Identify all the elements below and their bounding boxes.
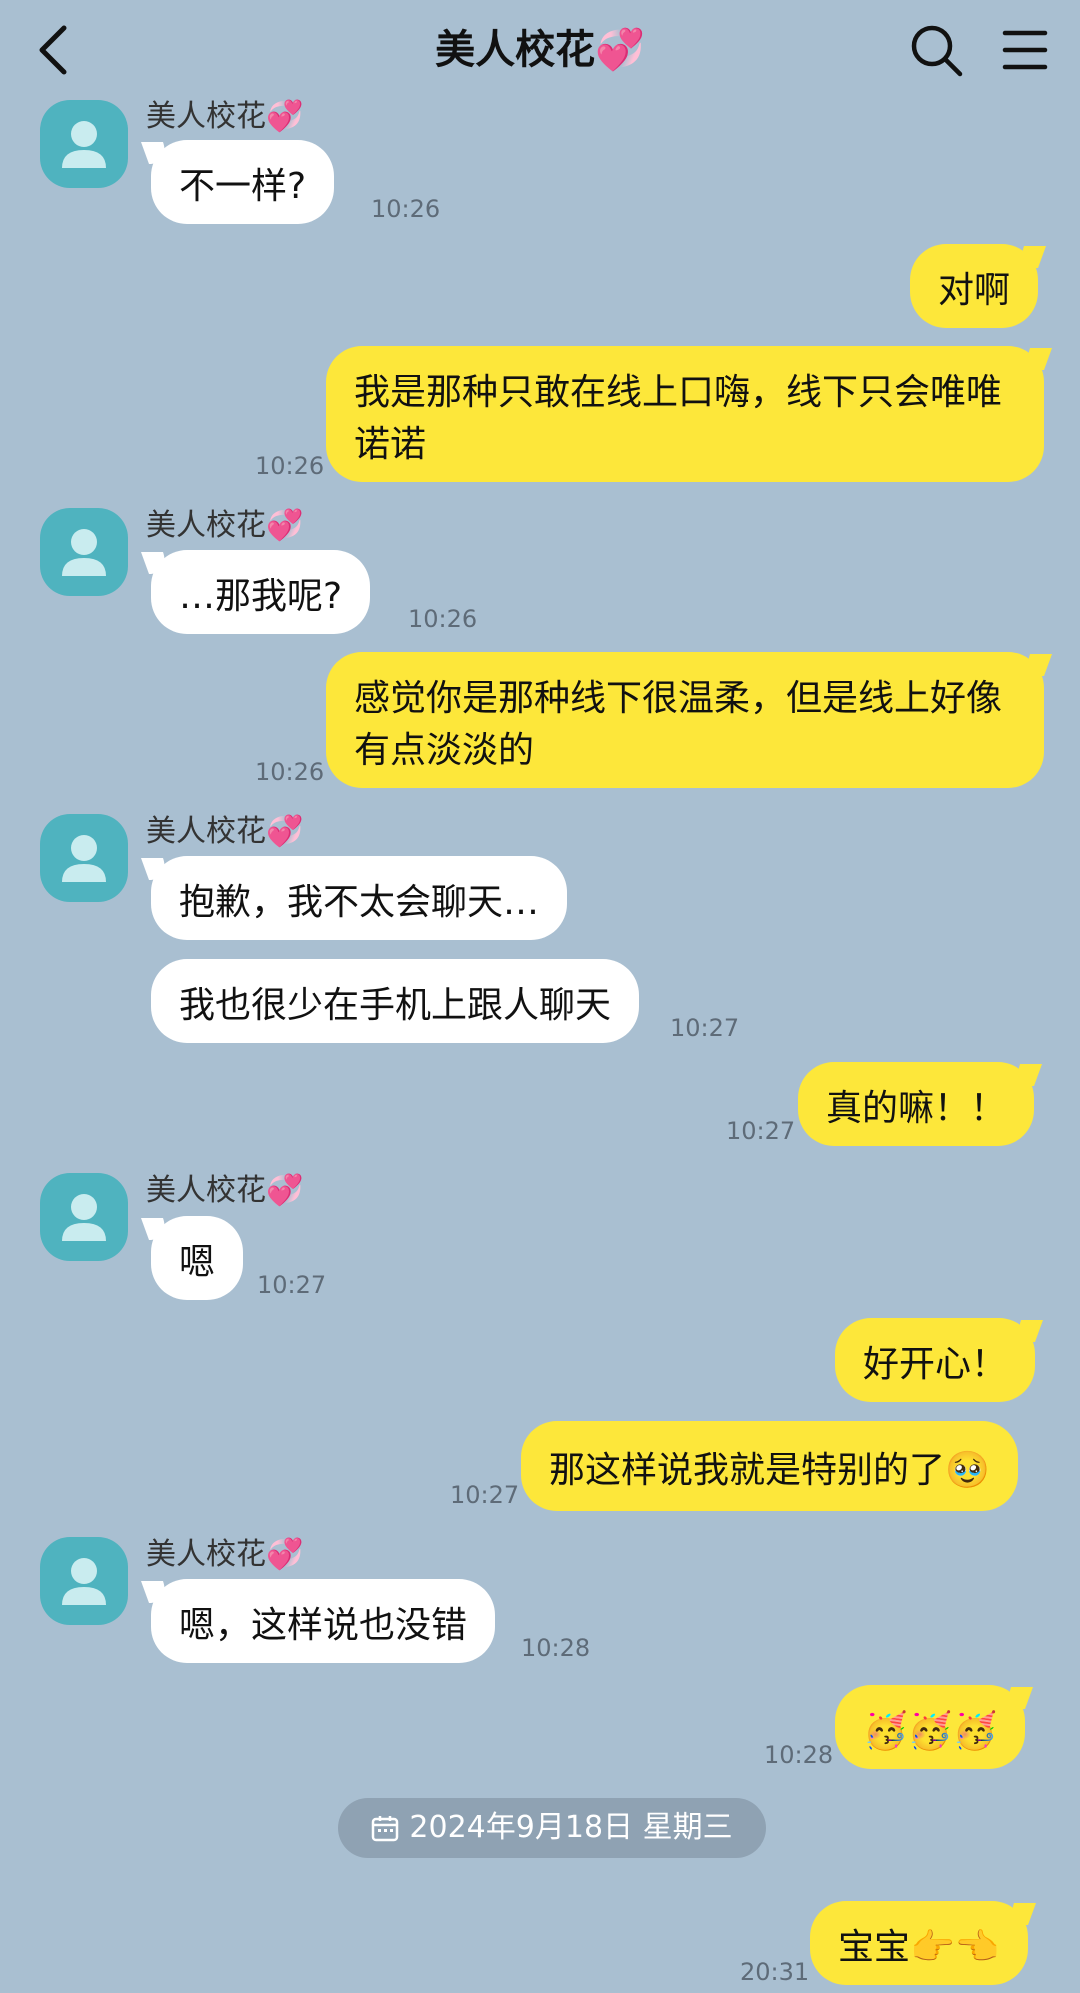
message-bubble-incoming[interactable]: 我也很少在手机上跟人聊天	[151, 959, 640, 1043]
message-text: 🥳🥳🥳	[863, 1711, 998, 1752]
message-bubble-outgoing[interactable]: 真的嘛！！	[798, 1062, 1035, 1146]
sender-name: 美人校花💞	[146, 1537, 304, 1572]
person-icon	[62, 121, 106, 168]
message-text: 感觉你是那种线下很温柔，但是线上好像有点淡淡的	[354, 678, 1003, 771]
search-icon	[911, 25, 963, 77]
message-text: 不一样?	[179, 166, 307, 207]
message-bubble-incoming[interactable]: …那我呢?	[151, 550, 371, 634]
message-text: 对啊	[938, 270, 1011, 311]
person-icon	[62, 1558, 106, 1605]
contact-avatar[interactable]	[40, 814, 128, 902]
contact-avatar[interactable]	[40, 1173, 128, 1261]
message-bubble-incoming[interactable]: 嗯	[151, 1216, 244, 1300]
chat-header: 美人校花💞	[0, 0, 1080, 100]
message-text: 嗯，这样说也没错	[179, 1605, 468, 1646]
sender-name: 美人校花💞	[146, 1173, 304, 1208]
message-text: 我也很少在手机上跟人聊天	[179, 985, 612, 1026]
sender-name: 美人校花💞	[146, 99, 304, 134]
message-text: …那我呢?	[179, 576, 343, 617]
contact-avatar[interactable]	[40, 100, 128, 188]
message-time: 10:28	[521, 1634, 591, 1662]
message-time: 10:27	[670, 1014, 740, 1042]
sender-name: 美人校花💞	[146, 814, 304, 849]
message-bubble-outgoing[interactable]: 🥳🥳🥳	[835, 1685, 1026, 1769]
message-bubble-outgoing[interactable]: 我是那种只敢在线上口嗨，线下只会唯唯诺诺	[326, 346, 1044, 482]
message-bubble-outgoing[interactable]: 好开心！	[835, 1318, 1036, 1402]
message-bubble-outgoing[interactable]: 宝宝👉👈	[810, 1901, 1028, 1985]
message-time: 10:26	[371, 195, 441, 223]
message-bubble-outgoing[interactable]: 感觉你是那种线下很温柔，但是线上好像有点淡淡的	[326, 652, 1044, 788]
menu-icon	[1002, 30, 1048, 70]
message-bubble-outgoing[interactable]: 那这样说我就是特别的了🥹	[521, 1421, 1018, 1511]
message-time: 20:31	[740, 1958, 810, 1986]
message-bubble-outgoing[interactable]: 对啊	[910, 244, 1039, 328]
message-text: 真的嘛！！	[826, 1088, 1007, 1129]
message-time: 10:27	[257, 1271, 327, 1299]
message-bubble-incoming[interactable]: 抱歉，我不太会聊天…	[151, 856, 568, 940]
message-text: 嗯	[179, 1242, 216, 1283]
message-text: 宝宝👉👈	[838, 1927, 1000, 1968]
sender-name: 美人校花💞	[146, 508, 304, 543]
calendar-icon	[372, 1816, 399, 1842]
menu-button[interactable]	[1002, 28, 1048, 72]
person-icon	[62, 835, 106, 882]
message-time: 10:26	[408, 605, 478, 633]
message-text: 抱歉，我不太会聊天…	[179, 882, 540, 923]
message-text: 那这样说我就是特别的了🥹	[549, 1450, 990, 1491]
date-separator: 2024年9月18日 星期三	[338, 1798, 766, 1858]
person-icon	[62, 1194, 106, 1241]
search-button[interactable]	[908, 22, 964, 78]
date-separator-text: 2024年9月18日 星期三	[409, 1810, 733, 1845]
contact-avatar[interactable]	[40, 1537, 128, 1625]
message-bubble-incoming[interactable]: 不一样?	[151, 140, 335, 224]
message-text: 好开心！	[863, 1344, 1008, 1385]
message-text: 我是那种只敢在线上口嗨，线下只会唯唯诺诺	[354, 372, 1003, 465]
contact-avatar[interactable]	[40, 508, 128, 596]
message-time: 10:27	[450, 1481, 520, 1509]
message-time: 10:28	[764, 1741, 834, 1769]
person-icon	[62, 529, 106, 576]
message-time: 10:26	[255, 452, 325, 480]
message-bubble-incoming[interactable]: 嗯，这样说也没错	[151, 1579, 496, 1663]
message-time: 10:26	[255, 758, 325, 786]
message-time: 10:27	[726, 1117, 796, 1145]
